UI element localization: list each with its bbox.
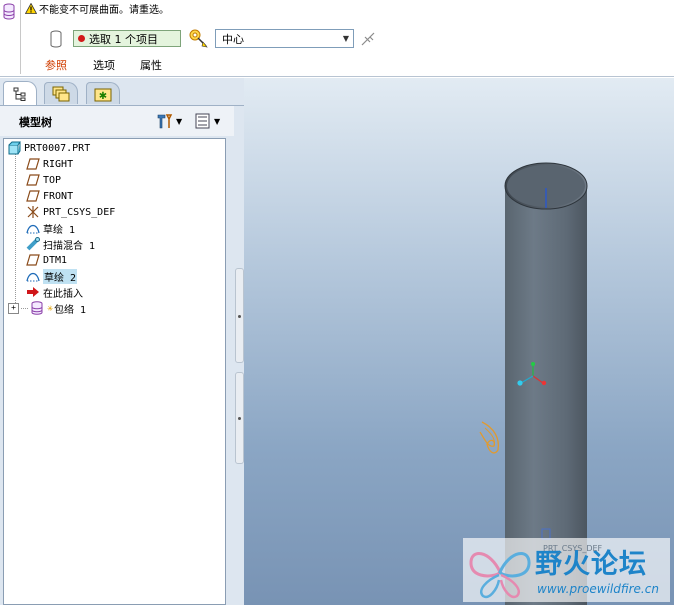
tab-favorites[interactable]: ✱ bbox=[86, 82, 120, 104]
list-settings-icon bbox=[195, 113, 210, 129]
sketch-collector[interactable]: 选取 1 个项目 bbox=[73, 30, 181, 47]
wrap-feature-icon bbox=[3, 3, 15, 20]
tools-icon bbox=[157, 114, 173, 129]
part-icon bbox=[8, 141, 21, 155]
insert-arrow-icon bbox=[27, 287, 39, 297]
tree-item-label: 草绘 2 bbox=[43, 268, 78, 284]
tab-references[interactable]: 参照 bbox=[45, 57, 67, 73]
model-tree: PRT0007.PRT RIGHT TOP FRONT PRT_CSYS_DEF… bbox=[3, 138, 226, 605]
svg-text:✱: ✱ bbox=[99, 91, 107, 102]
flip-direction-icon[interactable] bbox=[360, 31, 376, 47]
navigator-tabs: ✱ bbox=[0, 78, 244, 106]
status-message: 不能变不可展曲面。请重选。 bbox=[25, 1, 169, 16]
folder-browser-icon bbox=[52, 86, 70, 101]
model-view bbox=[479, 162, 588, 605]
favorites-folder-icon: ✱ bbox=[94, 88, 112, 102]
tab-options[interactable]: 选项 bbox=[93, 57, 115, 73]
tree-item-sweep-blend[interactable]: 扫描混合 1 bbox=[26, 236, 95, 252]
tree-item-label: FRONT bbox=[43, 190, 74, 202]
datum-plane-icon bbox=[26, 190, 40, 202]
chevron-down-icon: ▼ bbox=[176, 116, 183, 126]
tab-folder-browser[interactable] bbox=[44, 82, 78, 104]
status-message-text: 不能变不可展曲面。请重选。 bbox=[39, 5, 169, 16]
datum-plane-icon bbox=[26, 174, 40, 186]
tree-item-front[interactable]: FRONT bbox=[26, 188, 73, 204]
tree-item-wrap[interactable]: + ✳ 包络 1 bbox=[8, 300, 86, 316]
model-tree-header: 模型树 ▼ ▼ bbox=[0, 106, 234, 136]
tree-item-sketch-2[interactable]: 草绘 2 bbox=[26, 268, 78, 284]
wrap-icon bbox=[31, 301, 43, 315]
tree-item-sketch-1[interactable]: 草绘 1 bbox=[26, 220, 75, 236]
model-tree-icon bbox=[13, 87, 26, 101]
tree-item-part[interactable]: PRT0007.PRT bbox=[7, 140, 90, 156]
sketch-icon bbox=[26, 272, 40, 282]
datum-plane-icon bbox=[26, 254, 40, 266]
csys-icon bbox=[27, 206, 39, 218]
graphics-window[interactable]: 野火论坛 PRT_CSYS_DEF www.proewildfire.cn bbox=[244, 78, 674, 605]
tree-item-label: DTM1 bbox=[43, 254, 68, 266]
collector-status-dot bbox=[78, 35, 85, 42]
tree-item-label: 草绘 1 bbox=[43, 224, 76, 236]
navigator-pane: ✱ 模型树 ▼ ▼ PRT0007.PRT RIGHT TOP FRONT PR… bbox=[0, 78, 244, 605]
sketch-icon bbox=[26, 224, 40, 234]
sweep-blend-icon bbox=[26, 237, 40, 251]
tree-item-label: 在此插入 bbox=[43, 288, 83, 300]
tree-item-label: TOP bbox=[43, 174, 62, 186]
reference-select[interactable]: 中心 ▼ bbox=[215, 29, 354, 48]
expand-icon[interactable]: + bbox=[8, 302, 19, 314]
tab-properties[interactable]: 属性 bbox=[140, 57, 162, 73]
pick-reference-icon[interactable] bbox=[187, 27, 209, 49]
tree-item-insert-here[interactable]: 在此插入 bbox=[26, 284, 83, 300]
datum-plane-icon bbox=[26, 158, 40, 170]
editing-star-icon: ✳ bbox=[47, 302, 54, 314]
splitter-handle-upper[interactable] bbox=[235, 268, 244, 363]
warning-icon bbox=[25, 3, 37, 14]
tree-item-label: 包络 1 bbox=[54, 304, 87, 316]
tab-model-tree[interactable] bbox=[3, 81, 37, 105]
tree-columns-button[interactable]: ▼ bbox=[195, 112, 225, 130]
tree-item-csys[interactable]: PRT_CSYS_DEF bbox=[26, 204, 115, 220]
model-tree-title: 模型树 bbox=[19, 116, 52, 129]
tree-item-right[interactable]: RIGHT bbox=[26, 156, 73, 172]
collector-label: 选取 1 个项目 bbox=[89, 32, 158, 46]
tree-item-top[interactable]: TOP bbox=[26, 172, 61, 188]
butterfly-logo-icon bbox=[469, 552, 531, 599]
chevron-down-icon: ▼ bbox=[214, 116, 221, 126]
feature-dashboard: 不能变不可展曲面。请重选。 选取 1 个项目 中心 ▼ 参照 选项 属性 bbox=[0, 0, 674, 78]
tree-item-label: 扫描混合 1 bbox=[43, 240, 96, 252]
splitter-handle-lower[interactable] bbox=[235, 372, 244, 464]
chevron-down-icon[interactable]: ▼ bbox=[339, 34, 353, 43]
sketch-curve[interactable] bbox=[479, 421, 500, 454]
csys-label: PRT_CSYS_DEF bbox=[543, 544, 603, 553]
cylinder-reference-icon bbox=[50, 30, 62, 48]
tree-settings-button[interactable]: ▼ bbox=[156, 112, 184, 130]
reference-select-value: 中心 bbox=[222, 32, 244, 46]
tree-item-label: PRT0007.PRT bbox=[24, 142, 91, 154]
tree-item-label: RIGHT bbox=[43, 158, 74, 170]
tree-item-label: PRT_CSYS_DEF bbox=[43, 206, 116, 218]
tree-item-dtm1[interactable]: DTM1 bbox=[26, 252, 67, 268]
watermark-url: www.proewildfire.cn bbox=[537, 582, 659, 596]
watermark: 野火论坛 PRT_CSYS_DEF www.proewildfire.cn bbox=[463, 538, 670, 602]
